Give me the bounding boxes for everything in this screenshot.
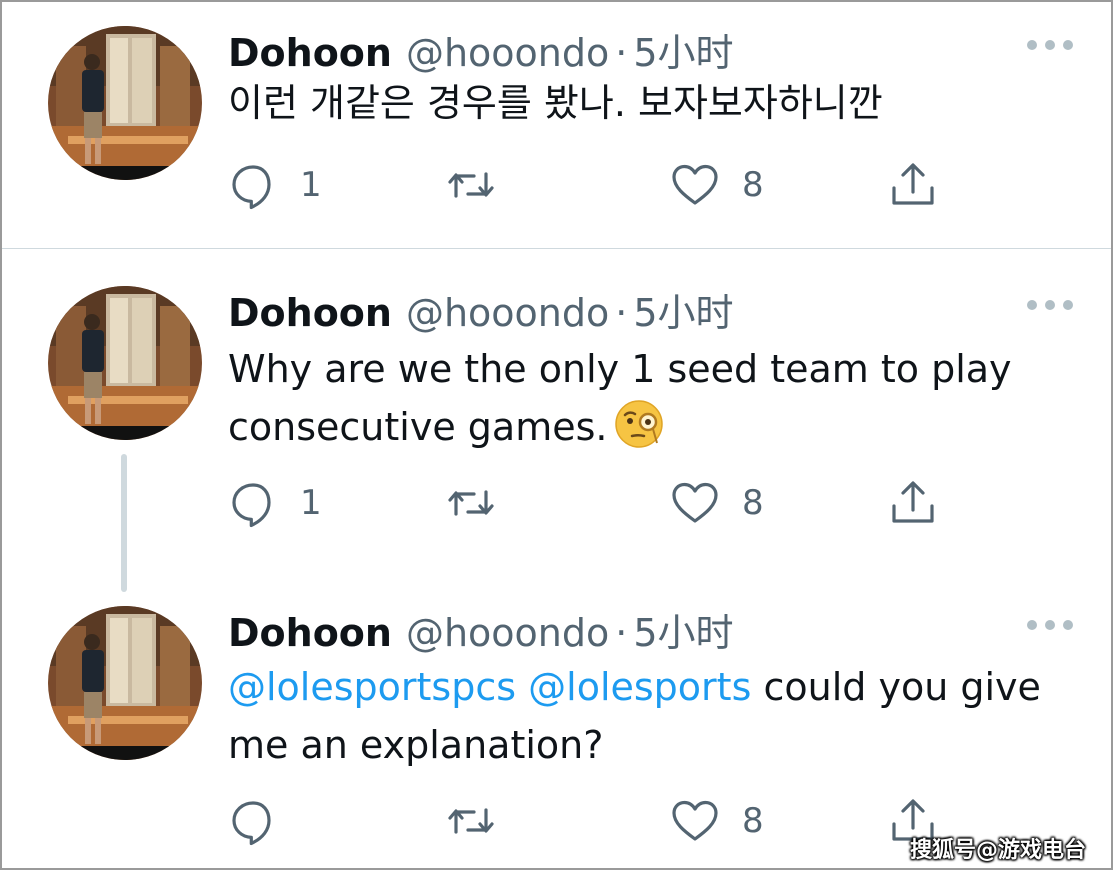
reply-icon: [232, 483, 271, 528]
retweet-button[interactable]: [446, 478, 518, 528]
watermark: 搜狐号@游戏电台: [910, 838, 1087, 863]
share-button[interactable]: [888, 478, 938, 528]
tweet-text: Why are we the only 1 seed team to play …: [228, 340, 1098, 456]
reply-icon: [232, 165, 271, 210]
tweet-header: Dohoon @hooondo · 5小时: [228, 602, 734, 655]
user-handle[interactable]: @hooondo: [406, 611, 609, 655]
reply-button[interactable]: 1: [228, 160, 322, 210]
share-icon: [892, 481, 934, 523]
like-icon: [672, 800, 718, 841]
like-button[interactable]: 8: [670, 796, 764, 846]
tweet-actions: 8: [228, 796, 948, 846]
tweet-header: Dohoon @hooondo · 5小时: [228, 282, 734, 335]
like-count: 8: [742, 483, 764, 523]
tweet-actions: 1 8: [228, 478, 948, 528]
user-handle[interactable]: @hooondo: [406, 31, 609, 75]
separator-dot: ·: [615, 31, 628, 75]
avatar[interactable]: [48, 286, 202, 440]
like-count: 8: [742, 801, 764, 841]
separator-dot: ·: [615, 611, 628, 655]
timestamp[interactable]: 5小时: [633, 282, 733, 337]
face-with-monocle-emoji: [613, 398, 665, 450]
reply-count: 1: [300, 483, 322, 523]
more-icon[interactable]: [1027, 298, 1073, 312]
separator-dot: ·: [615, 291, 628, 335]
display-name[interactable]: Dohoon: [228, 31, 392, 75]
share-icon: [892, 163, 934, 205]
reply-count: 1: [300, 165, 322, 205]
avatar[interactable]: [48, 606, 202, 760]
mention-link[interactable]: @lolesports: [528, 665, 751, 709]
retweet-button[interactable]: [446, 160, 518, 210]
share-button[interactable]: [888, 160, 938, 210]
tweet[interactable]: Dohoon @hooondo · 5小时 Why are we the onl…: [2, 250, 1111, 570]
like-button[interactable]: 8: [670, 160, 764, 210]
display-name[interactable]: Dohoon: [228, 611, 392, 655]
like-icon: [672, 164, 718, 205]
retweet-icon: [448, 490, 494, 516]
retweet-icon: [448, 172, 494, 198]
tweet-thread: Dohoon @hooondo · 5小时 이런 개같은 경우를 봤나. 보자보…: [0, 0, 1113, 870]
retweet-button[interactable]: [446, 796, 518, 846]
user-handle[interactable]: @hooondo: [406, 291, 609, 335]
tweet[interactable]: Dohoon @hooondo · 5小时 @lolesportspcs @lo…: [2, 570, 1111, 870]
like-button[interactable]: 8: [670, 478, 764, 528]
like-count: 8: [742, 165, 764, 205]
timestamp[interactable]: 5小时: [633, 22, 733, 77]
reply-button[interactable]: [228, 796, 300, 846]
like-icon: [672, 482, 718, 523]
tweet-header: Dohoon @hooondo · 5小时: [228, 22, 734, 75]
retweet-icon: [448, 808, 494, 834]
reply-icon: [232, 801, 271, 846]
display-name[interactable]: Dohoon: [228, 291, 392, 335]
mention-link[interactable]: @lolesportspcs: [228, 665, 516, 709]
more-icon[interactable]: [1027, 618, 1073, 632]
tweet-text: @lolesportspcs @lolesports could you giv…: [228, 658, 1098, 774]
tweet-text: 이런 개같은 경우를 봤나. 보자보자하니깐: [228, 81, 883, 125]
avatar[interactable]: [48, 26, 202, 180]
tweet-actions: 1 8: [228, 160, 948, 210]
tweet[interactable]: Dohoon @hooondo · 5小时 이런 개같은 경우를 봤나. 보자보…: [2, 2, 1111, 249]
reply-button[interactable]: 1: [228, 478, 322, 528]
more-icon[interactable]: [1027, 38, 1073, 52]
timestamp[interactable]: 5小时: [633, 602, 733, 657]
